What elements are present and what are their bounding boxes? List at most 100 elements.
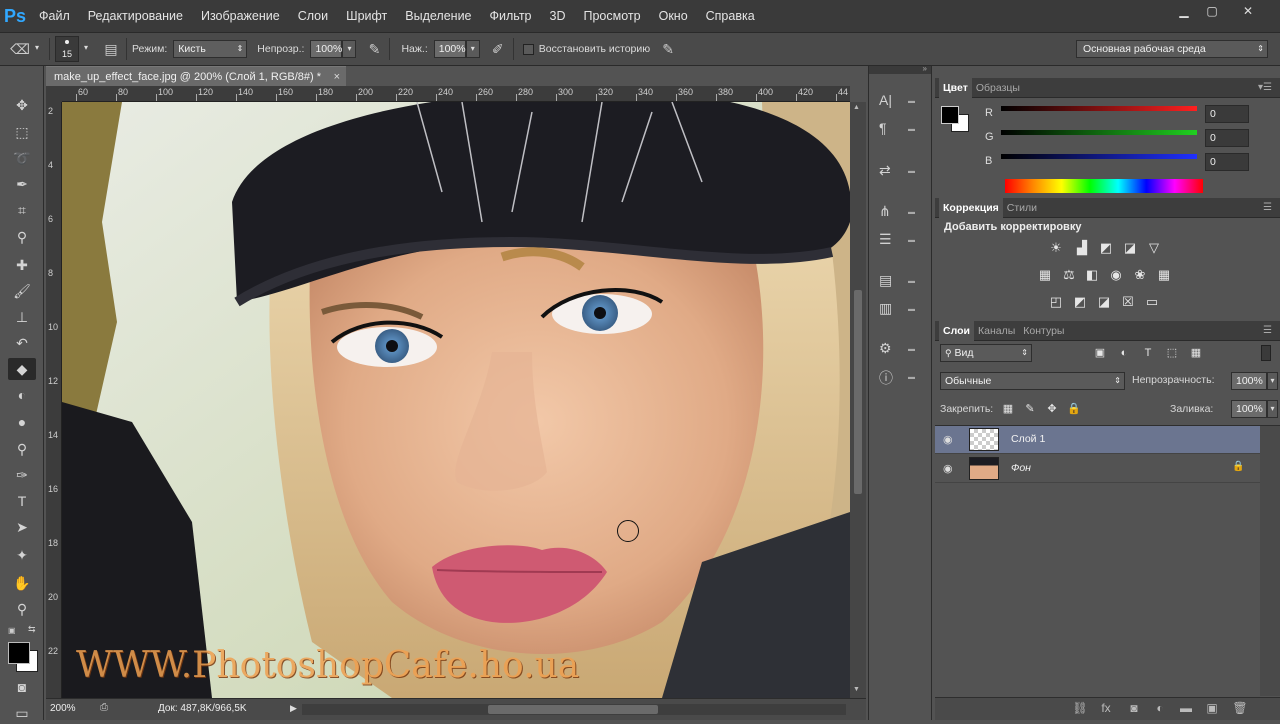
pressure-dropdown[interactable]: ▾ (465, 40, 480, 58)
ruler-origin[interactable] (46, 86, 62, 102)
minimize-icon[interactable]: ▁ (1172, 3, 1196, 19)
opacity-dropdown[interactable]: ▾ (342, 40, 357, 58)
menu-window[interactable]: Окно (650, 0, 697, 32)
color-foreground-swatch[interactable] (941, 106, 959, 124)
lock-transparent-icon[interactable]: ▦ (999, 400, 1017, 418)
blend-mode-select[interactable]: Обычные ⇕ (940, 372, 1125, 390)
layer-opacity-dropdown[interactable]: ▾ (1267, 372, 1278, 390)
layer-row-layer1[interactable]: ◉ Слой 1 (935, 426, 1260, 454)
type-tool-icon[interactable]: T (8, 490, 36, 512)
channel-r-slider[interactable] (1001, 106, 1197, 111)
menu-help[interactable]: Справка (697, 0, 764, 32)
menu-edit[interactable]: Редактирование (79, 0, 192, 32)
clone-source-icon[interactable]: ⚙ ▬ (879, 340, 919, 362)
foreground-color-swatch[interactable] (8, 642, 30, 664)
layer-comps-icon[interactable]: ▥ ▬ (879, 300, 919, 322)
new-adjustment-layer-icon[interactable]: ◐ (1151, 701, 1169, 717)
new-group-icon[interactable]: ▬ (1177, 701, 1195, 717)
crop-tool-icon[interactable]: ⌗ (8, 199, 36, 221)
pressure-size-icon[interactable]: ✎ (658, 39, 678, 59)
airbrush-icon[interactable]: ✐ (488, 39, 508, 59)
screen-mode-icon[interactable]: ▭ (8, 702, 36, 721)
lock-image-icon[interactable]: ✎ (1021, 400, 1039, 418)
layer-row-background[interactable]: ◉ Фон 🔒 (935, 455, 1260, 483)
menu-view[interactable]: Просмотр (575, 0, 650, 32)
restore-icon[interactable]: ▢ (1200, 3, 1224, 19)
channel-mixer-icon[interactable]: ❀ (1131, 266, 1149, 284)
swap-colors-icon[interactable]: ⇆ (28, 624, 36, 635)
channel-r-input[interactable]: 0 (1205, 105, 1249, 123)
layers-scrollbar[interactable] (1260, 426, 1280, 696)
notes-panel-icon[interactable]: ▤ ▬ (879, 272, 919, 294)
menu-filter[interactable]: Фильтр (481, 0, 541, 32)
panel-expand-icon[interactable]: » (923, 64, 927, 73)
brush-presets-icon[interactable]: ⋔ ▬ (879, 203, 919, 225)
filter-smart-object-icon[interactable]: ▦ (1187, 344, 1205, 362)
brush-size-picker[interactable]: 15 (55, 36, 79, 62)
menu-layers[interactable]: Слои (289, 0, 337, 32)
brush-panel-icon[interactable]: ▤ (101, 39, 121, 59)
ruler-vertical[interactable]: 2 4 6 8 10 12 14 16 18 20 22 (46, 102, 62, 698)
photo-filter-icon[interactable]: ◉ (1107, 266, 1125, 284)
pen-tool-icon[interactable]: ✑ (8, 464, 36, 486)
hand-tool-icon[interactable]: ✋ (8, 572, 36, 594)
lock-position-icon[interactable]: ✥ (1043, 400, 1061, 418)
layer-name[interactable]: Фон (1011, 462, 1031, 474)
brush-tool-icon[interactable]: 🖌 (8, 280, 36, 302)
default-colors-icon[interactable]: ▣ (8, 626, 16, 635)
exposure-icon[interactable]: ◪ (1121, 239, 1139, 257)
tab-color[interactable]: Цвет (939, 77, 972, 98)
menu-type[interactable]: Шрифт (337, 0, 396, 32)
tab-swatches[interactable]: Образцы (972, 78, 1024, 98)
tab-channels[interactable]: Каналы (974, 321, 1019, 341)
brightness-contrast-icon[interactable]: ☀ (1047, 239, 1065, 257)
pressure-opacity-icon[interactable]: ✎ (364, 39, 384, 59)
tab-paths[interactable]: Контуры (1019, 321, 1068, 341)
channel-g-slider[interactable] (1001, 130, 1197, 135)
ruler-horizontal[interactable]: 60 80 100 120 140 160 180 200 220 240 260 280 300 320… (62, 86, 850, 102)
new-layer-icon[interactable]: ▣ (1203, 701, 1221, 717)
document-canvas[interactable]: WWW.PhotoshopCafe.ho.ua (62, 102, 850, 698)
layer-filter-select[interactable]: ⚲ Вид ⇕ (940, 344, 1032, 362)
gradient-map-icon[interactable]: ▭ (1143, 293, 1161, 311)
channel-b-input[interactable]: 0 (1205, 153, 1249, 171)
paragraph-panel-icon[interactable]: ¶ ▬ (879, 120, 919, 142)
hue-saturation-icon[interactable]: ▦ (1036, 266, 1054, 284)
zoom-level[interactable]: 200% (50, 703, 76, 714)
document-tab[interactable]: make_up_effect_face.jpg @ 200% (Слой 1, … (46, 66, 346, 86)
scroll-down-icon[interactable]: ▼ (853, 686, 860, 693)
threshold-icon[interactable]: ◪ (1095, 293, 1113, 311)
scroll-up-icon[interactable]: ▲ (853, 104, 860, 111)
filter-toggle[interactable] (1261, 345, 1271, 361)
eraser-tool-icon[interactable]: ⌫ (10, 39, 30, 59)
brush-dropdown[interactable]: ▾ (79, 40, 93, 58)
lock-all-icon[interactable]: 🔒 (1065, 400, 1083, 418)
layer-style-icon[interactable]: fx (1097, 701, 1115, 717)
channel-g-input[interactable]: 0 (1205, 129, 1249, 147)
restore-history-checkbox[interactable] (522, 43, 534, 55)
menu-select[interactable]: Выделение (396, 0, 480, 32)
status-menu-arrow-icon[interactable]: ▶ (290, 703, 297, 714)
info-panel-icon[interactable]: ⓘ ▬ (879, 368, 919, 390)
link-layers-icon[interactable]: ⛓ (1071, 701, 1089, 717)
filter-pixel-icon[interactable]: ▣ (1091, 344, 1109, 362)
move-tool-icon[interactable]: ✥ (8, 94, 36, 116)
fill-input[interactable]: 100% (1231, 400, 1267, 418)
eyedropper-tool-icon[interactable]: ⚲ (8, 226, 36, 248)
marquee-tool-icon[interactable]: ⬚ (8, 121, 36, 143)
status-info-icon[interactable]: ⎙ (100, 702, 108, 713)
selective-color-icon[interactable]: ☒ (1119, 293, 1137, 311)
invert-icon[interactable]: ◰ (1047, 293, 1065, 311)
delete-layer-icon[interactable]: 🗑 (1231, 701, 1249, 717)
quick-mask-icon[interactable]: ◙ (8, 676, 36, 698)
black-white-icon[interactable]: ◧ (1083, 266, 1101, 284)
scroll-thumb[interactable] (854, 290, 862, 494)
character-panel-icon[interactable]: A| ▬ (879, 92, 919, 114)
properties-panel-icon[interactable]: ☰ ▬ (879, 231, 919, 253)
healing-brush-tool-icon[interactable]: ✚ (8, 254, 36, 276)
opacity-input[interactable]: 100% (310, 40, 343, 58)
path-selection-tool-icon[interactable]: ➤ (8, 516, 36, 538)
zoom-tool-icon[interactable]: ⚲ (8, 598, 36, 620)
clone-stamp-tool-icon[interactable]: ⊥ (8, 306, 36, 328)
horizontal-scrollbar[interactable] (302, 704, 846, 715)
